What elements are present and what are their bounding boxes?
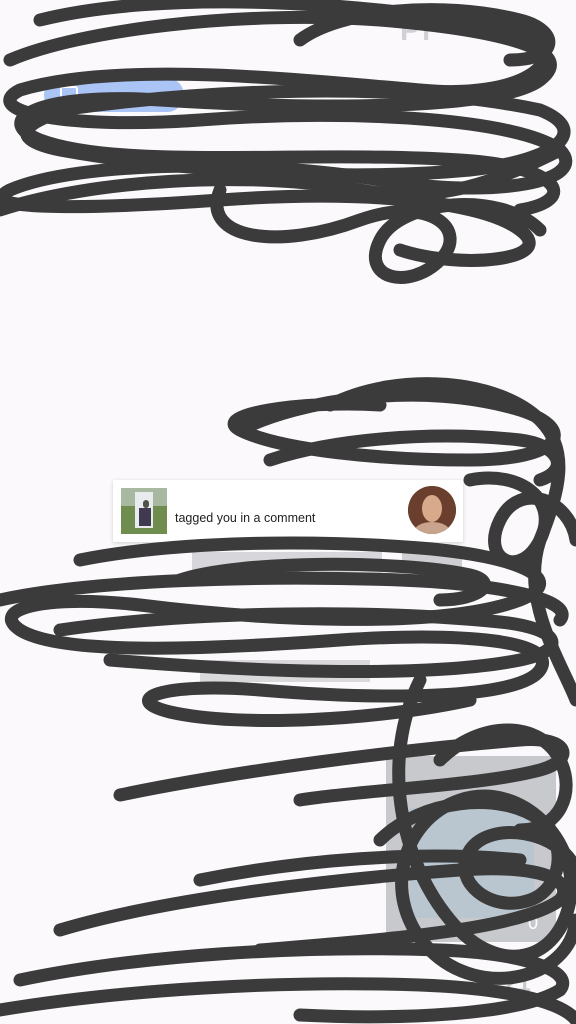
media-preview-image [410,808,534,918]
content-strip [200,660,370,682]
footer-number: 21 [504,970,531,997]
media-preview[interactable]: 0 [386,756,556,942]
header-pill-button[interactable] [44,78,184,112]
photo-thumbnail-icon[interactable] [121,488,167,534]
header-title: Pr [400,14,436,47]
notification-card[interactable]: tagged you in a comment [113,480,463,542]
content-strip [402,552,462,570]
content-strip [192,552,382,574]
notification-text: tagged you in a comment [175,511,316,525]
user-avatar-icon[interactable] [408,486,456,534]
bookmark-icon [60,86,78,106]
media-count: 0 [527,913,538,933]
